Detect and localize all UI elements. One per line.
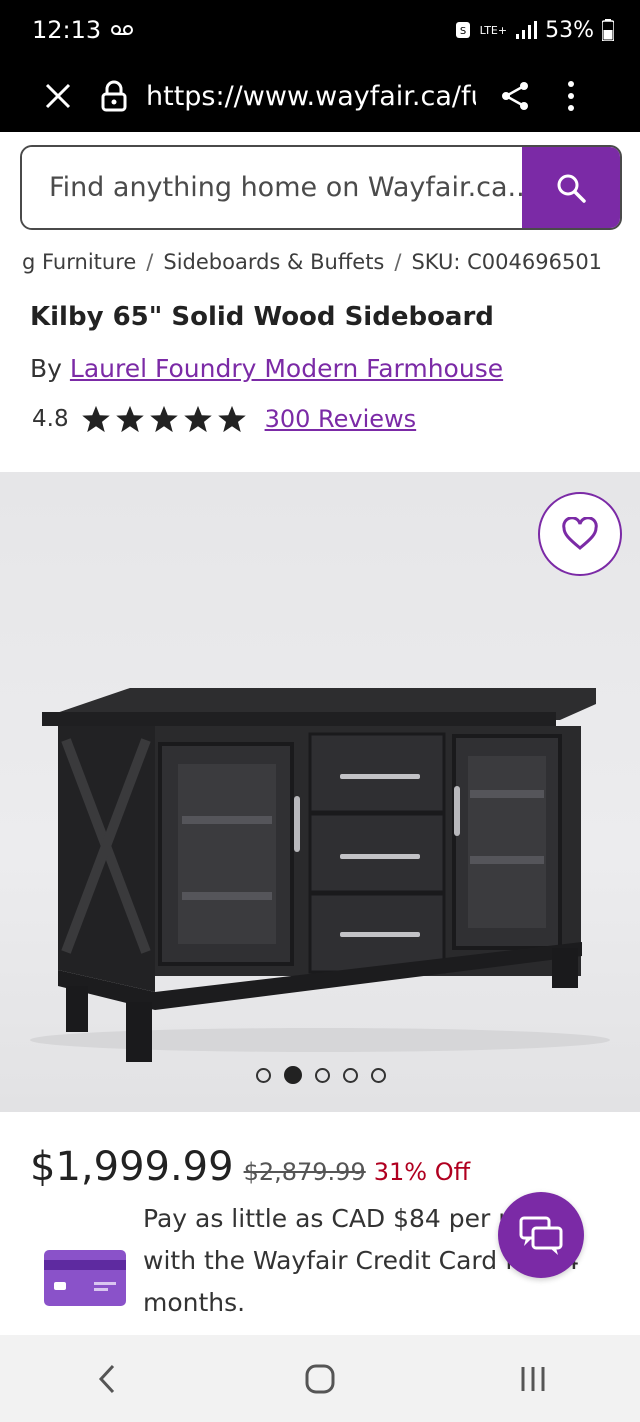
carousel-dot[interactable] [371, 1067, 386, 1083]
network-label: LTE+ [479, 23, 508, 37]
discount-label: 31% Off [373, 1158, 471, 1186]
search-input[interactable] [22, 147, 522, 228]
rating-row: 4.8 300 Reviews [32, 404, 416, 434]
original-price: $2,879.99 [243, 1158, 366, 1186]
svg-text:S: S [459, 26, 465, 37]
carousel-dot[interactable] [343, 1067, 358, 1083]
image-carousel-dots [256, 1066, 386, 1084]
star-icon [183, 405, 212, 433]
close-tab-button[interactable] [38, 76, 78, 116]
more-menu-icon[interactable] [566, 80, 576, 112]
status-time: 12:13 [32, 16, 102, 44]
reviews-link[interactable]: 300 Reviews [265, 405, 417, 433]
breadcrumb-item-sku: SKU: C004696501 [411, 250, 603, 274]
credit-card-icon [44, 1250, 126, 1306]
sale-price: $1,999.99 [30, 1144, 234, 1190]
breadcrumb-separator: / [146, 250, 154, 274]
rating-stars [81, 404, 251, 434]
voicemail-icon [111, 25, 134, 35]
rating-value: 4.8 [32, 406, 69, 432]
wishlist-button[interactable] [538, 492, 622, 576]
search-icon [557, 174, 586, 203]
battery-icon [602, 19, 614, 41]
breadcrumb: g Furniture / Sideboards & Buffets / SKU: C0… [22, 250, 602, 274]
sideboard-image [30, 688, 610, 1062]
search-bar [20, 145, 622, 230]
browser-bar: https://www.wayfair.ca/fu [0, 60, 640, 132]
chat-icon [519, 1216, 563, 1255]
star-icon [217, 405, 246, 433]
star-icon [81, 405, 110, 433]
product-brand: By Laurel Foundry Modern Farmhouse [30, 354, 503, 383]
back-icon [98, 1364, 114, 1393]
star-icon [115, 405, 144, 433]
product-image[interactable] [0, 472, 640, 1112]
carousel-dot[interactable] [284, 1066, 302, 1084]
carousel-dot[interactable] [256, 1067, 271, 1083]
url-bar[interactable]: https://www.wayfair.ca/fu [146, 81, 476, 112]
price-row: $1,999.99 $2,879.99 31% Off [30, 1144, 470, 1190]
data-saver-icon: S [455, 22, 470, 38]
signal-icon [516, 21, 538, 39]
lock-icon[interactable] [100, 80, 128, 112]
nav-back-button[interactable] [77, 1349, 137, 1409]
battery-percent: 53% [545, 17, 594, 43]
breadcrumb-item-sideboards[interactable]: Sideboards & Buffets [163, 250, 384, 274]
search-button[interactable] [522, 147, 620, 228]
carousel-dot[interactable] [315, 1067, 330, 1083]
breadcrumb-separator: / [394, 250, 402, 274]
heart-icon [562, 517, 598, 550]
breadcrumb-item-furniture[interactable]: g Furniture [22, 250, 136, 274]
by-label: By [30, 354, 62, 383]
share-icon[interactable] [500, 80, 532, 112]
close-icon [45, 83, 71, 109]
credit-line-3: months. [143, 1288, 246, 1317]
status-bar: 12:13 S LTE+ 53% [0, 0, 640, 60]
chat-button[interactable] [498, 1192, 584, 1278]
nav-recents-button[interactable] [503, 1349, 563, 1409]
star-icon [149, 405, 178, 433]
product-title: Kilby 65" Solid Wood Sideboard [30, 302, 494, 332]
home-icon [305, 1364, 335, 1393]
brand-link[interactable]: Laurel Foundry Modern Farmhouse [70, 354, 503, 383]
recents-icon [521, 1366, 545, 1391]
nav-home-button[interactable] [290, 1349, 350, 1409]
system-nav-bar [0, 1335, 640, 1422]
